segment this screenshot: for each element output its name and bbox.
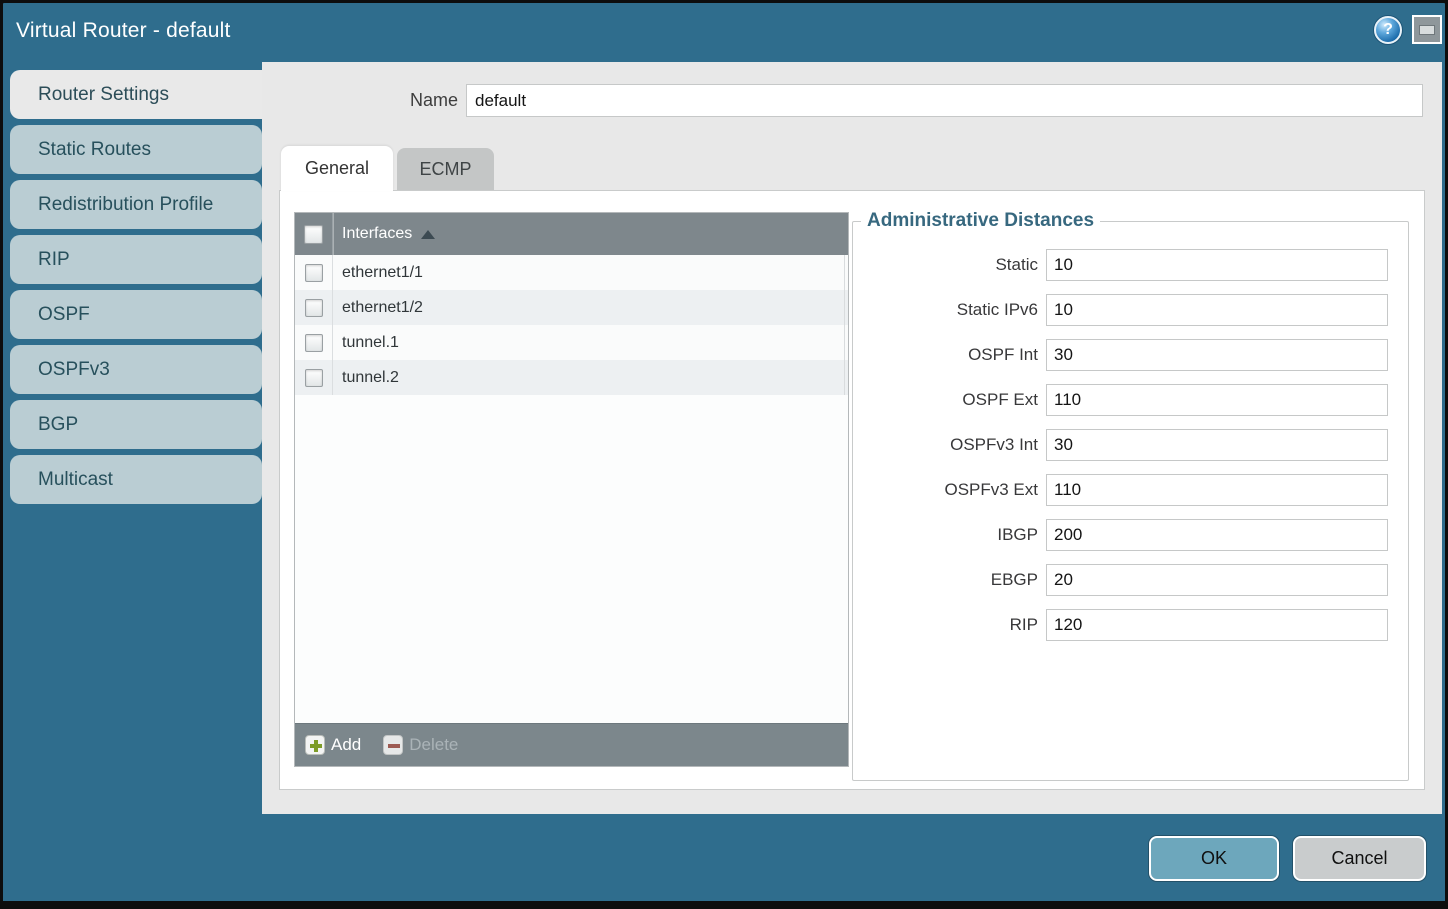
form-row: OSPFv3 Ext (853, 474, 1408, 506)
ospf-int-input[interactable] (1046, 339, 1388, 371)
form-row: Static (853, 249, 1408, 281)
form-row: RIP (853, 609, 1408, 641)
row-checkbox-cell (295, 290, 333, 325)
sidebar-item-bgp[interactable]: BGP (10, 400, 262, 449)
ospfv3-int-label: OSPFv3 Int (853, 435, 1046, 455)
row-checkbox[interactable] (305, 264, 323, 282)
add-icon (305, 735, 325, 755)
ibgp-input[interactable] (1046, 519, 1388, 551)
table-row[interactable]: tunnel.2 (295, 360, 848, 395)
row-checkbox[interactable] (305, 334, 323, 352)
sidebar-item-rip[interactable]: RIP (10, 235, 262, 284)
ospf-ext-input[interactable] (1046, 384, 1388, 416)
form-row: OSPFv3 Int (853, 429, 1408, 461)
interfaces-column-label: Interfaces (342, 225, 412, 243)
administrative-distances-fieldset: Administrative Distances Static Static I… (852, 210, 1409, 781)
interfaces-toolbar: Add Delete (295, 723, 848, 766)
titlebar: Virtual Router - default ? (3, 3, 1445, 62)
general-tab-content: Interfaces ethernet1/1 ethernet1/2 tunne… (279, 190, 1425, 790)
sidebar-item-redistribution-profile[interactable]: Redistribution Profile (10, 180, 262, 229)
add-button-label: Add (331, 735, 361, 755)
form-row: EBGP (853, 564, 1408, 596)
sidebar-item-multicast[interactable]: Multicast (10, 455, 262, 504)
interfaces-table: Interfaces ethernet1/1 ethernet1/2 tunne… (294, 212, 849, 767)
select-all-checkbox[interactable] (304, 225, 323, 244)
sidebar-item-ospfv3[interactable]: OSPFv3 (10, 345, 262, 394)
ebgp-label: EBGP (853, 570, 1046, 590)
interfaces-rows: ethernet1/1 ethernet1/2 tunnel.1 tunnel.… (295, 255, 848, 723)
row-checkbox[interactable] (305, 299, 323, 317)
table-row[interactable]: ethernet1/1 (295, 255, 848, 290)
name-label: Name (262, 84, 458, 117)
select-all-cell (295, 213, 333, 255)
dialog-title: Virtual Router - default (16, 19, 231, 43)
row-checkbox-cell (295, 325, 333, 360)
static-ipv6-input[interactable] (1046, 294, 1388, 326)
tab-ecmp[interactable]: ECMP (397, 148, 494, 190)
static-label: Static (853, 255, 1046, 275)
interface-name: tunnel.2 (342, 369, 399, 387)
sort-ascending-icon (421, 230, 435, 239)
cancel-button[interactable]: Cancel (1293, 836, 1426, 881)
administrative-distances-legend: Administrative Distances (861, 210, 1100, 232)
row-checkbox-cell (295, 255, 333, 290)
interfaces-column-header[interactable]: Interfaces (295, 213, 848, 255)
help-icon[interactable]: ? (1374, 16, 1402, 44)
administrative-distances-form: Static Static IPv6 OSPF Int OSPF Ext (853, 232, 1408, 641)
ospf-ext-label: OSPF Ext (853, 390, 1046, 410)
form-row: IBGP (853, 519, 1408, 551)
ospf-int-label: OSPF Int (853, 345, 1046, 365)
static-input[interactable] (1046, 249, 1388, 281)
minimize-window-glyph (1419, 25, 1435, 35)
main-panel: Name General ECMP Interfaces ethernet1/1 (262, 62, 1442, 814)
form-row: OSPF Int (853, 339, 1408, 371)
table-row[interactable]: tunnel.1 (295, 325, 848, 360)
row-checkbox-cell (295, 360, 333, 395)
minimize-window-icon[interactable] (1412, 15, 1442, 44)
delete-icon (383, 735, 403, 755)
interface-name: tunnel.1 (342, 334, 399, 352)
ospfv3-ext-label: OSPFv3 Ext (853, 480, 1046, 500)
add-button[interactable]: Add (305, 735, 361, 755)
ok-button[interactable]: OK (1149, 836, 1279, 881)
rip-label: RIP (853, 615, 1046, 635)
static-ipv6-label: Static IPv6 (853, 300, 1046, 320)
form-row: OSPF Ext (853, 384, 1408, 416)
interface-name: ethernet1/1 (342, 264, 423, 282)
sidebar-item-static-routes[interactable]: Static Routes (10, 125, 262, 174)
interface-name: ethernet1/2 (342, 299, 423, 317)
ospfv3-int-input[interactable] (1046, 429, 1388, 461)
rip-input[interactable] (1046, 609, 1388, 641)
sidebar-item-router-settings[interactable]: Router Settings (10, 70, 262, 119)
sidebar: Router Settings Static Routes Redistribu… (10, 70, 262, 510)
ebgp-input[interactable] (1046, 564, 1388, 596)
ospfv3-ext-input[interactable] (1046, 474, 1388, 506)
sidebar-item-ospf[interactable]: OSPF (10, 290, 262, 339)
form-row: Static IPv6 (853, 294, 1408, 326)
ibgp-label: IBGP (853, 525, 1046, 545)
delete-button-label: Delete (409, 735, 458, 755)
table-row[interactable]: ethernet1/2 (295, 290, 848, 325)
row-checkbox[interactable] (305, 369, 323, 387)
name-input[interactable] (466, 84, 1423, 117)
tab-general[interactable]: General (281, 146, 393, 191)
virtual-router-dialog: Virtual Router - default ? Router Settin… (0, 0, 1448, 909)
delete-button[interactable]: Delete (383, 735, 458, 755)
